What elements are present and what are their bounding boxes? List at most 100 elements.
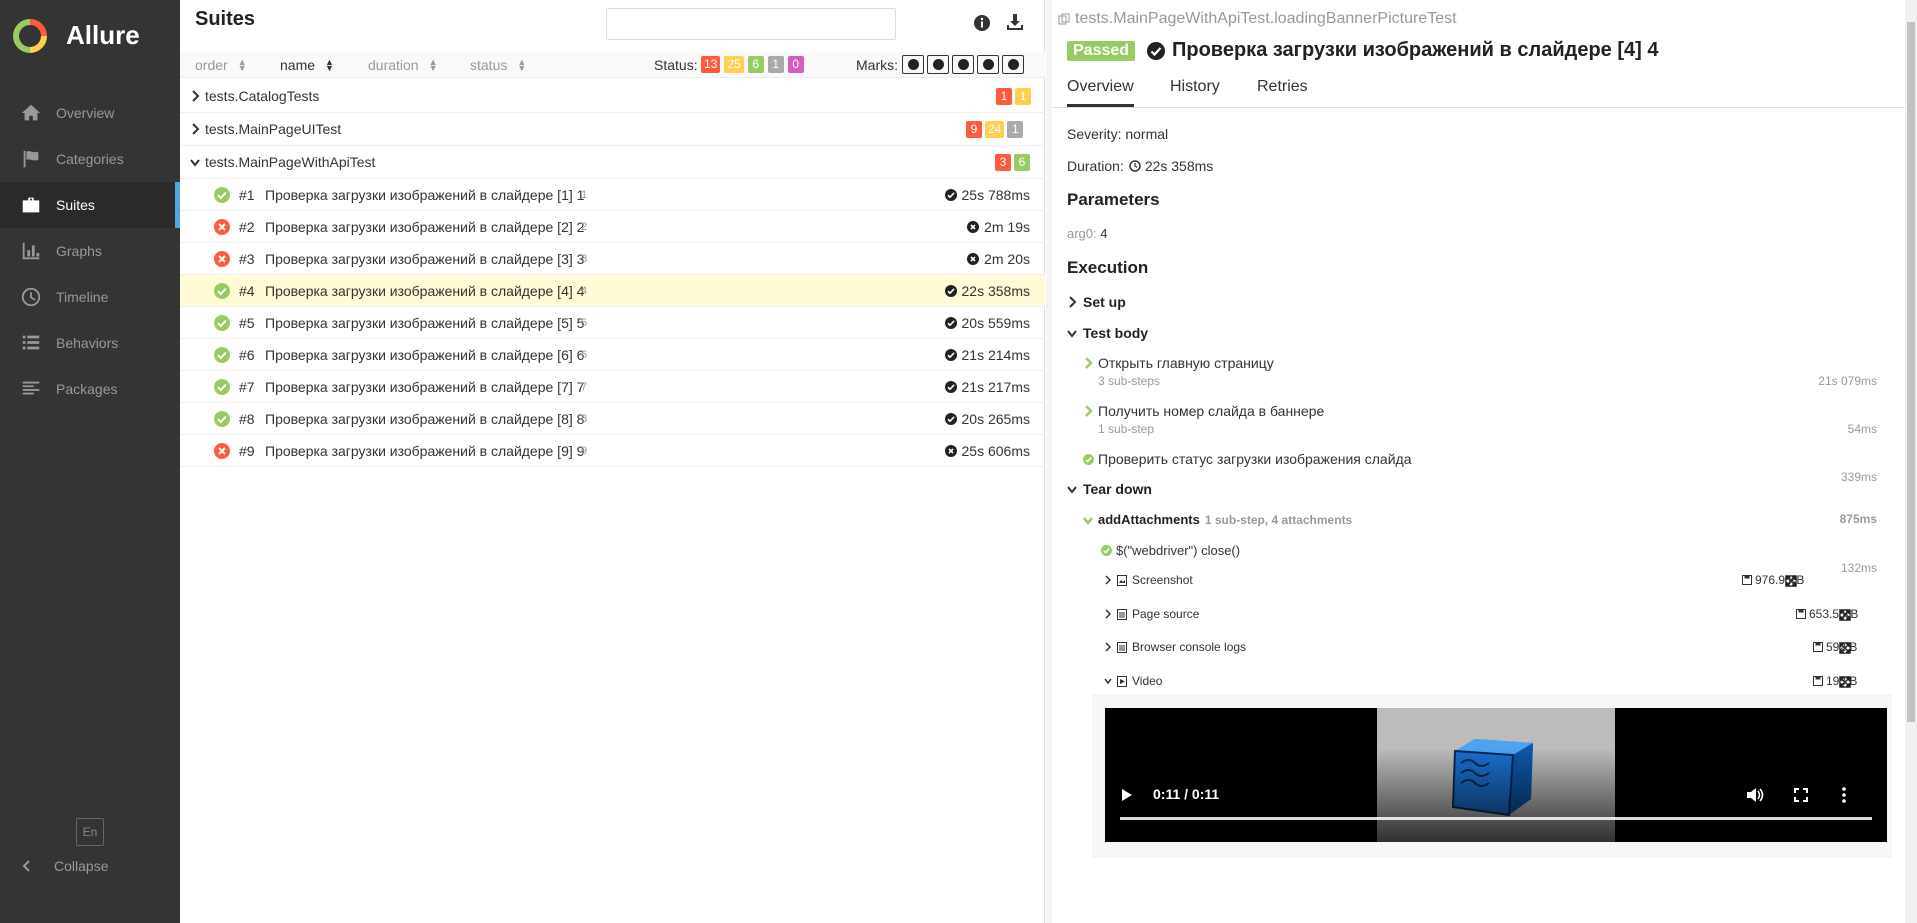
sidebar-item-overview[interactable]: Overview: [0, 90, 180, 136]
video-progress-bar[interactable]: [1120, 817, 1872, 820]
sidebar-item-label: Overview: [56, 105, 115, 121]
save-icon: [1813, 676, 1823, 686]
status-filter-passed[interactable]: 6: [747, 56, 764, 73]
teardown-toggle[interactable]: Tear down: [1067, 481, 1152, 497]
tab-overview[interactable]: Overview: [1067, 78, 1134, 107]
exclamation-circle-icon: [982, 59, 994, 70]
attachment-name: Video: [1132, 674, 1163, 688]
text-file-icon: [1117, 608, 1127, 620]
suite-group-mainpage-api[interactable]: tests.MainPageWithApiTest 3 6: [180, 146, 1045, 179]
test-name: Проверка загрузки изображений в слайдере…: [265, 379, 585, 395]
test-duration-value: 21s 214ms: [961, 347, 1030, 363]
attachment-console-logs[interactable]: Browser console logs: [1104, 640, 1246, 654]
sort-arrows-icon: ▲ ▼: [517, 57, 527, 73]
info-icon[interactable]: [973, 14, 991, 32]
language-button[interactable]: En: [76, 818, 104, 846]
test-duration-value: 21s 217ms: [961, 379, 1030, 395]
sidebar-item-packages[interactable]: Packages: [0, 366, 180, 412]
scrollbar[interactable]: [1905, 0, 1917, 923]
status-filter-skipped[interactable]: 1: [767, 56, 784, 73]
testbody-toggle[interactable]: Test body: [1067, 325, 1148, 341]
parameters-heading: Parameters: [1067, 190, 1160, 209]
sidebar-item-graphs[interactable]: Graphs: [0, 228, 180, 274]
download-icon[interactable]: [1005, 12, 1025, 32]
test-row[interactable]: #4 Проверка загрузки изображений в слайде…: [180, 275, 1045, 307]
expand-icon[interactable]: [1839, 642, 1851, 654]
more-options-icon[interactable]: [1842, 787, 1846, 803]
suite-group-mainpage-ui[interactable]: tests.MainPageUITest 9 24 1: [180, 113, 1045, 146]
test-row[interactable]: #8 Проверка загрузки изображений в слайде…: [180, 403, 1045, 435]
sort-name[interactable]: name ▲ ▼: [280, 57, 334, 73]
check-circle-icon: [1101, 545, 1112, 556]
tab-history[interactable]: History: [1170, 78, 1220, 96]
sidebar-item-label: Behaviors: [56, 335, 119, 351]
home-icon: [21, 104, 41, 121]
step-check-image-status[interactable]: Проверить статус загрузки изображения сл…: [1083, 451, 1412, 467]
copy-icon[interactable]: [1058, 13, 1070, 25]
test-row[interactable]: #3 Проверка загрузки изображений в слайде…: [180, 243, 1045, 275]
setup-toggle[interactable]: Set up: [1067, 294, 1126, 310]
test-row[interactable]: #9 Проверка загрузки изображений в слайде…: [180, 435, 1045, 467]
step-get-slide-number[interactable]: Получить номер слайда в баннере: [1083, 403, 1324, 419]
scrollbar-thumb[interactable]: [1907, 22, 1915, 722]
test-order: 8: [581, 413, 588, 425]
status-filter-unknown[interactable]: 0: [787, 56, 804, 73]
step-open-main-page[interactable]: Открыть главную страницу: [1083, 355, 1274, 371]
expand-icon[interactable]: [1839, 609, 1851, 621]
test-duration: 21s 214ms: [944, 347, 1030, 363]
attachment-page-source[interactable]: Page source: [1104, 607, 1199, 621]
sort-order[interactable]: order ▲ ▼: [195, 57, 247, 73]
expand-icon[interactable]: [1785, 575, 1797, 587]
sidebar-nav: Overview Categories Suites Graphs Timeli…: [0, 90, 180, 412]
search-input[interactable]: [606, 8, 896, 40]
volume-icon[interactable]: [1746, 787, 1764, 803]
test-order: 2: [581, 221, 588, 233]
step-name: Получить номер слайда в баннере: [1098, 403, 1325, 419]
video-time: 0:11 / 0:11: [1153, 786, 1220, 802]
sidebar-item-categories[interactable]: Categories: [0, 136, 180, 182]
play-icon[interactable]: [1121, 788, 1133, 802]
mark-flaky-button[interactable]: [902, 55, 924, 74]
chevron-down-icon: [1067, 486, 1077, 494]
step-time: 21s 079ms: [1818, 374, 1877, 388]
pane-splitter[interactable]: [1046, 0, 1052, 923]
test-order: 7: [581, 381, 588, 393]
mark-new-passed-button[interactable]: [952, 55, 974, 74]
chevron-left-icon: [22, 860, 30, 872]
mark-new-broken-button[interactable]: [977, 55, 999, 74]
status-filter-broken[interactable]: 25: [724, 56, 744, 73]
step-substeps: 1 sub-step: [1098, 422, 1155, 436]
video-player[interactable]: 0:11 / 0:11: [1105, 708, 1887, 842]
test-row[interactable]: #5 Проверка загрузки изображений в слайде…: [180, 307, 1045, 339]
expand-icon[interactable]: [1839, 676, 1851, 688]
test-duration-value: 2m 19s: [984, 219, 1030, 235]
step-name: addAttachments: [1098, 512, 1200, 527]
test-duration: 25s 788ms: [944, 187, 1030, 203]
step-add-attachments[interactable]: addAttachments 1 sub-step, 4 attachments: [1083, 512, 1352, 527]
sort-duration[interactable]: duration ▲ ▼: [368, 57, 438, 73]
mark-new-failed-button[interactable]: [927, 55, 949, 74]
sort-status[interactable]: status ▲ ▼: [470, 57, 526, 73]
suite-group-catalog[interactable]: tests.CatalogTests 1 1: [180, 80, 1045, 113]
test-row[interactable]: #7 Проверка загрузки изображений в слайде…: [180, 371, 1045, 403]
mark-retries-button[interactable]: [1002, 55, 1024, 74]
attachment-screenshot[interactable]: Screenshot: [1104, 573, 1193, 587]
test-row[interactable]: #6 Проверка загрузки изображений в слайде…: [180, 339, 1045, 371]
test-order: 5: [581, 317, 588, 329]
sidebar-item-suites[interactable]: Suites: [0, 182, 180, 228]
fullscreen-icon[interactable]: [1794, 788, 1808, 802]
test-number: #1: [239, 187, 255, 203]
check-circle-icon: [944, 413, 957, 425]
sidebar-item-timeline[interactable]: Timeline: [0, 274, 180, 320]
test-title-text: Проверка загрузки изображений в слайдере…: [1172, 39, 1659, 61]
attachment-video[interactable]: Video: [1104, 674, 1162, 688]
step-webdriver-close[interactable]: $("webdriver") close(): [1101, 543, 1240, 558]
tab-retries[interactable]: Retries: [1257, 78, 1308, 96]
test-row[interactable]: #2 Проверка загрузки изображений в слайде…: [180, 211, 1045, 243]
test-row[interactable]: #1 Проверка загрузки изображений в слайде…: [180, 179, 1045, 211]
collapse-button[interactable]: Collapse: [20, 858, 108, 874]
sidebar-item-behaviors[interactable]: Behaviors: [0, 320, 180, 366]
allure-logo-icon[interactable]: [12, 18, 48, 54]
check-circle-icon: [944, 381, 957, 393]
status-filter-failed[interactable]: 13: [701, 56, 721, 73]
